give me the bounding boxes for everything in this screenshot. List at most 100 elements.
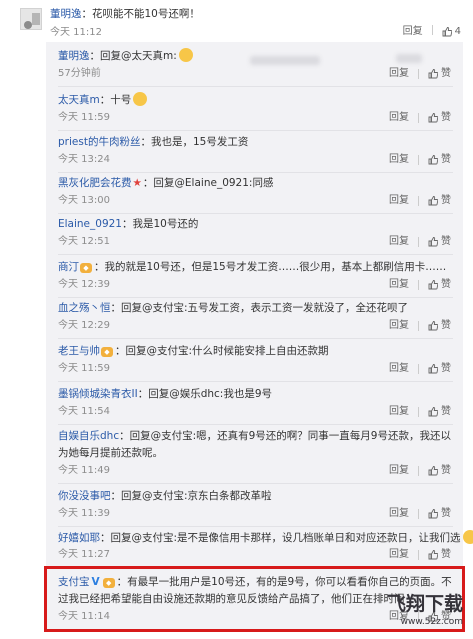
action-bar: 回复 赞 [389,236,451,248]
action-bar: 回复 赞 [389,279,451,291]
timestamp: 今天 12:29 [58,320,110,331]
reply-text: priest的牛肉粉丝：我也是，15号发工资 [58,136,249,148]
reply-button[interactable]: 回复 [403,25,423,39]
reply-item: Elaine_0921：我是10号还的 今天 12:51 回复 赞 [58,217,463,250]
reply-button[interactable]: 回复 [389,68,409,80]
action-bar: 回复 赞 [389,112,451,124]
divider [58,213,453,214]
reply-item: 墨锅倾城染青衣II：回复@娱乐dhc:我也是9号 今天 11:54 回复 赞 [58,387,463,420]
timestamp: 今天 13:24 [58,154,110,165]
thumb-up-icon [428,280,438,290]
divider [418,69,419,79]
reply-item: 董明逸：回复@太天真m: 57分钟前 回复 赞 [58,48,463,82]
comment-text: 董明逸：花呗能不能10号还啊！ [50,8,200,20]
divider [58,130,453,131]
divider [418,509,419,519]
author-link[interactable]: 太天真m [58,94,100,106]
reply-button[interactable]: 回复 [389,154,409,166]
author-link[interactable]: 血之殇丶恒 [58,302,111,314]
timestamp: 今天 11:27 [58,549,110,560]
divider [418,237,419,247]
divider [58,338,453,339]
action-bar: 回复 赞 [389,363,451,375]
thumb-up-icon [428,364,438,374]
reply-button[interactable]: 回复 [389,320,409,332]
top-comment: 董明逸：花呗能不能10号还啊！ 今天 11:12 回复 4 [0,0,473,42]
divider [418,321,419,331]
like-button[interactable]: 赞 [428,320,451,332]
like-button[interactable]: 赞 [428,549,451,561]
reply-button[interactable]: 回复 [389,195,409,207]
reply-item: 太天真m：十号今天 11:59 回复 赞 [58,92,463,126]
divider [58,424,453,425]
watermark-url: www.52z.com [400,617,463,627]
author-link[interactable]: 董明逸 [50,8,82,20]
action-bar: 回复 赞 [389,68,451,80]
author-link[interactable]: 老王与帅 [58,345,100,357]
divider [418,113,419,123]
reply-text: 太天真m：十号 [58,92,453,108]
like-button[interactable]: 4 [442,25,461,39]
divider [58,381,453,382]
like-button[interactable]: 赞 [428,68,451,80]
laugh-emoji [462,530,473,544]
reply-button[interactable]: 回复 [389,465,409,477]
author-link[interactable]: 好嬉如耶 [58,532,100,544]
action-bar: 回复 赞 [389,549,451,561]
action-bar: 回复 4 [403,25,461,39]
reply-item: 黑灰化肥会花费★：回复@Elaine_0921:同感 今天 13:00 回复 赞 [58,176,463,209]
divider [418,550,419,560]
divider [58,86,453,87]
reply-text: 自娱自乐dhc：回复@支付宝:嗯，还真有9号还的啊？同事一直每月9号还款，我还以… [58,430,451,459]
like-button[interactable]: 赞 [428,363,451,375]
reply-button[interactable]: 回复 [389,112,409,124]
reply-button[interactable]: 回复 [389,363,409,375]
reply-item: 好嬉如耶：回复@支付宝:是不是像信用卡那样，设几档账单日和对应还款日，让我们选今… [58,530,473,563]
like-button[interactable]: 赞 [428,236,451,248]
thumb-up-icon [428,321,438,331]
reply-text: 黑灰化肥会花费★：回复@Elaine_0921:同感 [58,177,274,189]
reply-button[interactable]: 回复 [389,549,409,561]
like-button[interactable]: 赞 [428,279,451,291]
author-link[interactable]: Elaine_0921 [58,218,122,230]
reply-item: 自娱自乐dhc：回复@支付宝:嗯，还真有9号还的啊？同事一直每月9号还款，我还以… [58,428,463,479]
author-link[interactable]: 自娱自乐dhc [58,430,119,442]
reply-text: Elaine_0921：我是10号还的 [58,218,199,230]
reply-button[interactable]: 回复 [389,236,409,248]
star-badge-icon: ★ [132,177,142,189]
like-button[interactable]: 赞 [428,406,451,418]
author-link[interactable]: 董明逸 [58,50,90,62]
like-button[interactable]: 赞 [428,112,451,124]
like-button[interactable]: 赞 [428,195,451,207]
reply-item: 商汀 ◆ ：我的就是10号还，但是15号才发工资……很少用，基本上都刷信用卡…… 今天… [58,260,463,293]
timestamp: 今天 12:39 [58,279,110,290]
timestamp: 今天 11:59 [58,363,110,374]
reply-text: 好嬉如耶：回复@支付宝:是不是像信用卡那样，设几档账单日和对应还款日，让我们选 [58,530,473,546]
author-link[interactable]: priest的牛肉粉丝 [58,136,140,148]
thumb-up-icon [428,466,438,476]
thumb-up-icon [428,69,438,79]
action-bar: 回复 赞 [389,154,451,166]
author-link[interactable]: 墨锅倾城染青衣II [58,388,138,400]
avatar[interactable] [20,8,42,30]
like-button[interactable]: 赞 [428,508,451,520]
like-button[interactable]: 赞 [428,154,451,166]
level-badge-icon: ◆ [80,263,92,273]
level-badge-icon: ◆ [101,347,113,357]
watermark: 飞翔下载 www.52z.com [377,593,469,633]
reply-button[interactable]: 回复 [389,406,409,418]
author-link[interactable]: 你没没事吧 [58,490,111,502]
divider [418,155,419,165]
timestamp: 今天 11:12 [50,27,102,38]
watermark-title: 飞翔下载 [386,593,463,615]
reply-button[interactable]: 回复 [389,279,409,291]
author-link[interactable]: 黑灰化肥会花费 [58,177,132,189]
divider [418,196,419,206]
action-bar: 回复 赞 [389,406,451,418]
reply-button[interactable]: 回复 [389,508,409,520]
thumb-up-icon [428,550,438,560]
timestamp: 今天 11:59 [58,112,110,123]
thumb-up-icon [428,196,438,206]
like-button[interactable]: 赞 [428,465,451,477]
author-link[interactable]: 商汀 [58,261,79,273]
